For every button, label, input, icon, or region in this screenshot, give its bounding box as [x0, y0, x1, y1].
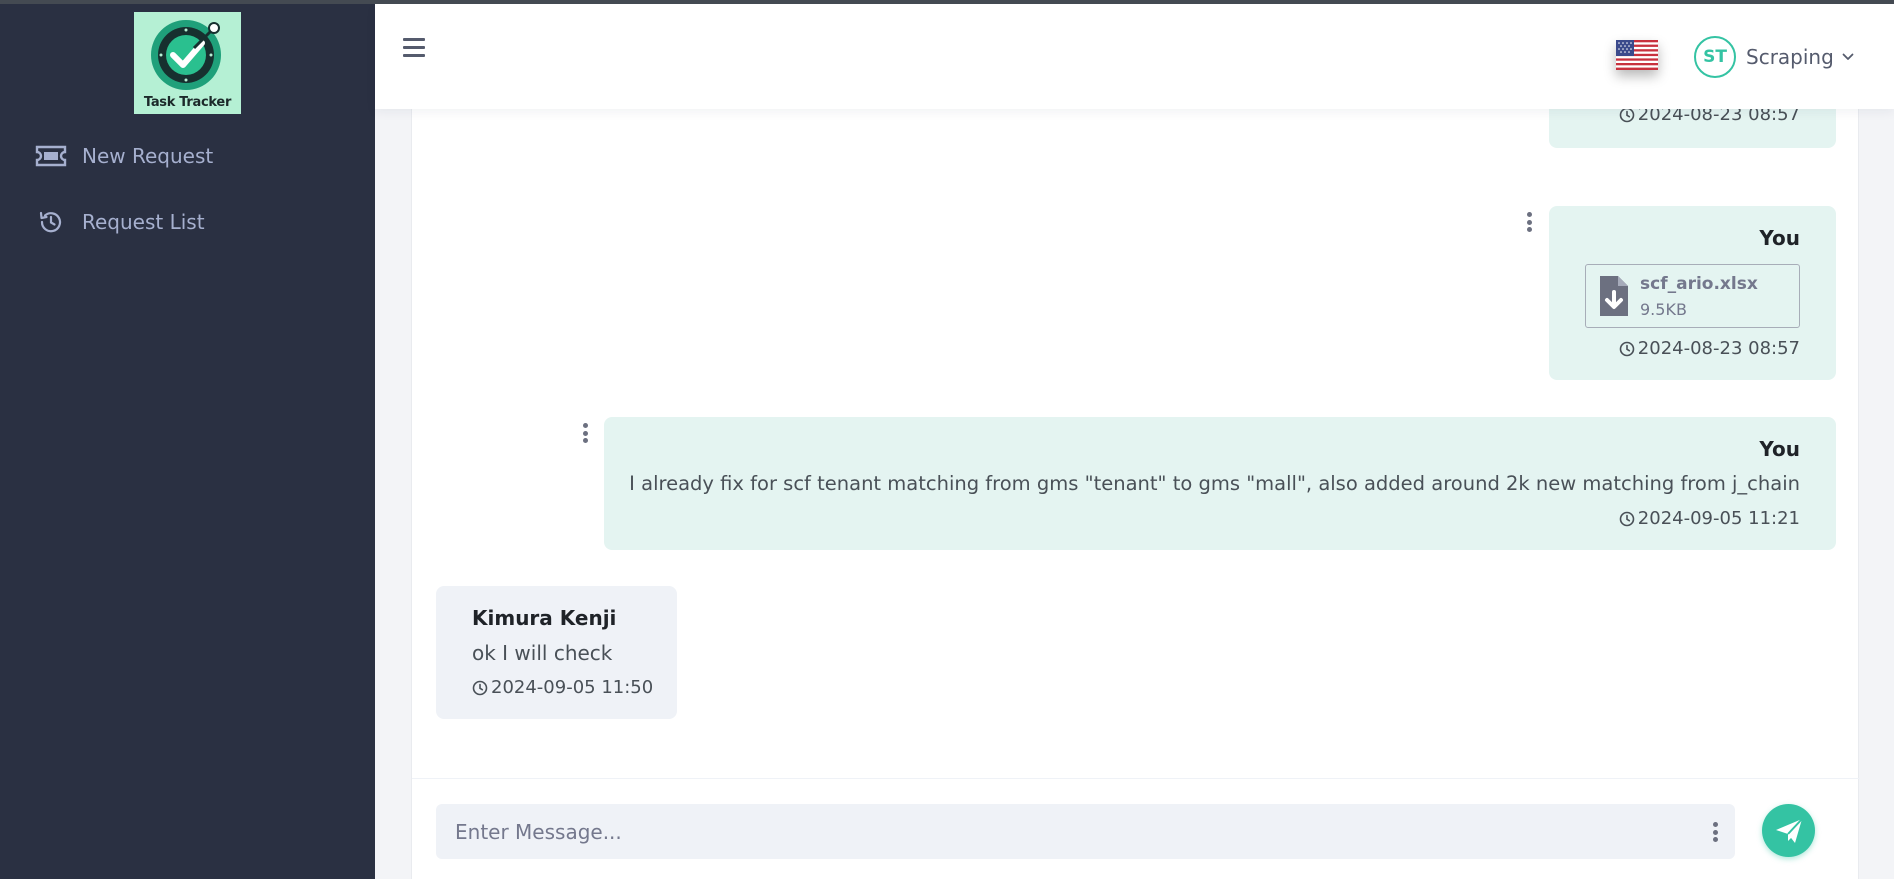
message-time: 2024-08-23 08:57: [1619, 338, 1800, 359]
message-text: I already fix for scf tenant matching fr…: [629, 472, 1800, 495]
message-options-icon[interactable]: [579, 420, 591, 446]
history-icon: [34, 209, 68, 235]
message-text: ok I will check: [472, 641, 613, 665]
sidebar: Task Tracker New Request Request List: [0, 0, 375, 879]
sidebar-item-new-request[interactable]: New Request: [34, 136, 213, 176]
file-name: scf_ario.xlsx: [1640, 273, 1758, 294]
window-top-border: [0, 0, 1894, 4]
menu-toggle-icon[interactable]: [403, 38, 425, 58]
composer-divider: [412, 778, 1860, 779]
message-time: 2024-09-05 11:21: [1619, 508, 1800, 529]
message-time: 2024-09-05 11:50: [472, 677, 653, 698]
input-options-icon[interactable]: [1709, 819, 1721, 845]
chat-message: Kimura Kenji ok I will check 2024-09-05 …: [436, 586, 677, 719]
clock-check-icon: [151, 20, 221, 90]
file-attachment[interactable]: scf_ario.xlsx 9.5KB: [1585, 264, 1800, 328]
ticket-icon: [34, 143, 68, 169]
logo-text: Task Tracker: [143, 95, 232, 110]
us-flag-icon[interactable]: [1616, 40, 1658, 70]
message-options-icon[interactable]: [1523, 209, 1535, 235]
message-input[interactable]: [436, 804, 1735, 859]
message-author: Kimura Kenji: [472, 606, 617, 630]
sidebar-item-request-list[interactable]: Request List: [34, 202, 205, 242]
file-size: 9.5KB: [1640, 299, 1687, 319]
chat-panel: 2024-08-23 08:57 You scf_ario.xlsx 9.5KB…: [411, 88, 1860, 879]
send-button[interactable]: [1762, 804, 1815, 857]
clock-icon: [472, 680, 488, 695]
user-menu[interactable]: ST Scraping: [1694, 36, 1854, 78]
paper-plane-icon: [1775, 817, 1803, 843]
app-logo[interactable]: Task Tracker: [134, 12, 241, 114]
chevron-down-icon: [1842, 53, 1854, 60]
file-download-icon: [1600, 276, 1628, 316]
chat-message: You I already fix for scf tenant matchin…: [604, 417, 1836, 550]
message-author: You: [1759, 437, 1800, 461]
top-header: ST Scraping: [375, 4, 1894, 109]
user-name: Scraping: [1746, 45, 1834, 69]
sidebar-item-label: New Request: [82, 144, 214, 168]
clock-icon: [1619, 511, 1635, 526]
chat-message: You scf_ario.xlsx 9.5KB 2024-08-23 08:57: [1549, 206, 1836, 380]
sidebar-item-label: Request List: [82, 210, 205, 234]
clock-icon: [1619, 341, 1635, 356]
avatar: ST: [1694, 36, 1736, 78]
message-author: You: [1759, 226, 1800, 250]
